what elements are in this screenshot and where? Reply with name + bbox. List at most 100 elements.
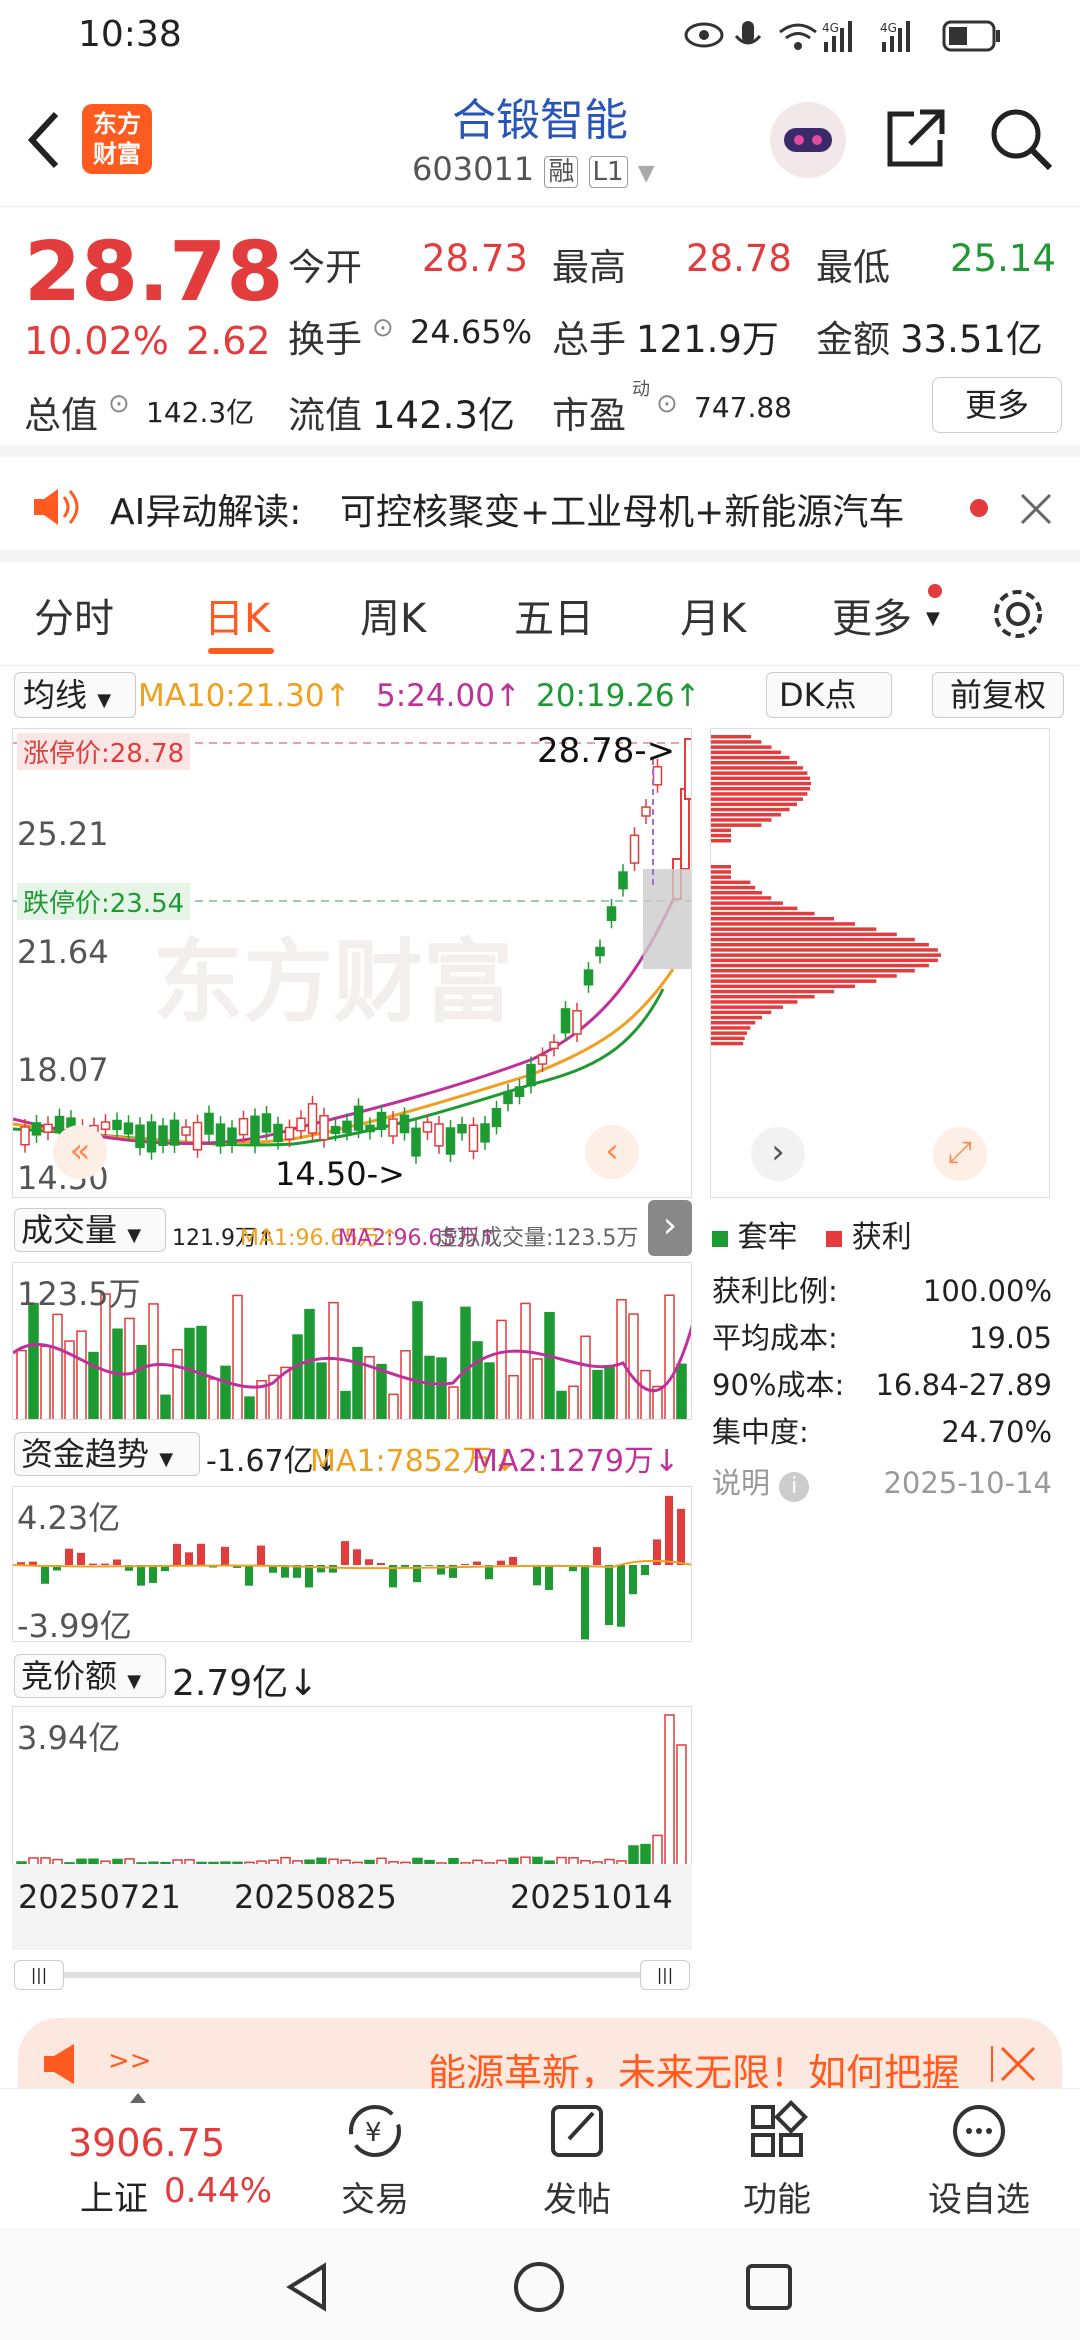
fund-bar: [221, 1546, 229, 1565]
info-icon[interactable]: ⊙: [372, 313, 394, 343]
candle-body: [296, 1117, 306, 1132]
volume-bar: [136, 1345, 147, 1419]
home-nav-icon[interactable]: [512, 2260, 566, 2314]
dk-point-button[interactable]: DK点: [766, 672, 892, 718]
chip-bar: [711, 771, 808, 775]
fullscreen-icon[interactable]: ⤢: [933, 1127, 987, 1181]
chip-bar: [711, 974, 897, 978]
nav-trade[interactable]: ¥ 交易: [300, 2099, 450, 2221]
volume-value: 121.9万: [636, 318, 779, 361]
low-marker: 14.50->: [275, 1155, 405, 1193]
candle-body: [112, 1119, 122, 1131]
fund-bar: 资金趋势 ▼ -1.67亿↓ MA1:7852万↓ MA2:1279万↓: [0, 1428, 700, 1482]
settings-icon[interactable]: [990, 586, 1046, 642]
tab-five-day[interactable]: 五日: [514, 586, 594, 644]
candle-body: [204, 1112, 214, 1135]
chip-bar: [711, 735, 751, 739]
chip-bar: [711, 969, 915, 973]
fund-ymin: -3.99亿: [17, 1607, 132, 1642]
fund-bar: [65, 1548, 73, 1565]
close-icon[interactable]: [1016, 489, 1056, 529]
tab-intraday[interactable]: 分时: [34, 586, 114, 644]
range-scrollbar[interactable]: ||| |||: [14, 1958, 690, 1992]
candle-body: [388, 1118, 398, 1137]
period-tabs: 分时 日K 周K 五日 月K 更多 ▼: [0, 562, 1080, 666]
candle-body: [514, 1086, 525, 1098]
volume-bar: [496, 1319, 507, 1419]
volume-select[interactable]: 成交量 ▼: [14, 1208, 166, 1252]
assistant-avatar[interactable]: [770, 102, 846, 178]
search-icon[interactable]: [988, 106, 1054, 172]
bid-bar: 竞价额 ▼ 2.79亿↓: [0, 1650, 700, 1704]
chip-bar: [711, 833, 731, 838]
volume-bar: [232, 1294, 243, 1419]
info-icon[interactable]: ⊙: [108, 389, 130, 419]
expand-chip-button[interactable]: ›: [751, 1127, 805, 1181]
adjust-button[interactable]: 前复权: [932, 672, 1064, 718]
open-value: 28.73: [422, 237, 528, 280]
info-icon[interactable]: ⊙: [656, 389, 678, 419]
scroll-left-button[interactable]: «: [53, 1125, 107, 1179]
fund-bar: [305, 1565, 313, 1588]
candle-body: [365, 1124, 375, 1133]
chip-bar: [711, 917, 835, 921]
close-icon[interactable]: [988, 2044, 1038, 2084]
tab-weekly-k[interactable]: 周K: [360, 586, 426, 644]
chip-bar: [711, 995, 815, 999]
fund-select[interactable]: 资金趋势 ▼: [14, 1432, 200, 1476]
low-value: 25.14: [950, 237, 1056, 280]
chip-bar: [711, 948, 938, 952]
fund-bar: [329, 1565, 337, 1573]
tab-monthly-k[interactable]: 月K: [680, 586, 746, 644]
index-ticker[interactable]: 3906.75 上证 0.44%: [20, 2089, 280, 2229]
change-amt: 2.62: [186, 319, 271, 363]
chip-distribution[interactable]: › ⤢: [710, 728, 1050, 1198]
volume-bar: [556, 1390, 567, 1419]
ma-select[interactable]: 均线 ▼: [14, 672, 136, 718]
candle-body: [560, 1008, 571, 1034]
chip-bar: [711, 989, 835, 994]
chip-bar: [711, 755, 790, 760]
volume-chart[interactable]: 123.5万: [12, 1262, 692, 1420]
bid-select[interactable]: 竞价额 ▼: [14, 1654, 166, 1698]
back-icon[interactable]: [26, 110, 62, 170]
tab-daily-k[interactable]: 日K: [204, 586, 270, 644]
stock-name[interactable]: 合锻智能: [340, 84, 740, 148]
nav-functions[interactable]: 功能: [702, 2099, 852, 2221]
chip-bar: [711, 750, 781, 755]
candle-body: [480, 1123, 490, 1143]
stock-code[interactable]: 603011 融 L1 ▼: [412, 150, 655, 188]
recents-nav-icon[interactable]: [744, 2262, 794, 2312]
volume-bar: [316, 1362, 327, 1419]
range-handle-right[interactable]: |||: [640, 1960, 690, 1990]
volume-bar: [40, 1345, 51, 1419]
candle-body: [434, 1123, 444, 1147]
step-left-button[interactable]: ‹: [585, 1125, 639, 1179]
fund-bar: [341, 1541, 349, 1565]
candle-body: [353, 1105, 364, 1131]
share-icon[interactable]: [884, 106, 948, 170]
back-nav-icon[interactable]: [282, 2262, 332, 2312]
bid-bar: [676, 1744, 687, 1864]
ai-interpretation[interactable]: AI异动解读: 可控核聚变+工业母机+新能源汽车: [0, 457, 1080, 562]
chip-bar: [711, 1000, 798, 1004]
nav-post[interactable]: 发帖: [502, 2099, 652, 2221]
fund-chart[interactable]: 4.23亿 -3.99亿: [12, 1486, 692, 1642]
more-button[interactable]: 更多: [932, 377, 1062, 433]
candle-body: [146, 1121, 157, 1153]
expand-panel-button[interactable]: ›: [648, 1200, 692, 1256]
float-label: 流值: [288, 394, 362, 437]
fund-bar: [593, 1547, 601, 1565]
candle-body: [595, 946, 605, 957]
limit-down-label: 跌停价:23.54: [17, 883, 191, 920]
chip-bar: [711, 932, 897, 937]
bid-chart[interactable]: 3.94亿: [12, 1706, 692, 1864]
range-handle-left[interactable]: |||: [14, 1960, 64, 1990]
chip-bar: [711, 766, 803, 770]
nav-watchlist[interactable]: 设自选: [904, 2099, 1054, 2221]
fund-bar: [77, 1552, 85, 1565]
tab-more[interactable]: 更多: [832, 586, 912, 644]
chip-bar: [711, 870, 731, 874]
kline-chart[interactable]: 东方财富 涨停价:28.78 跌停价:23.54 25.21 21.64 18.…: [12, 728, 692, 1198]
limit-up-label: 涨停价:28.78: [17, 733, 191, 770]
